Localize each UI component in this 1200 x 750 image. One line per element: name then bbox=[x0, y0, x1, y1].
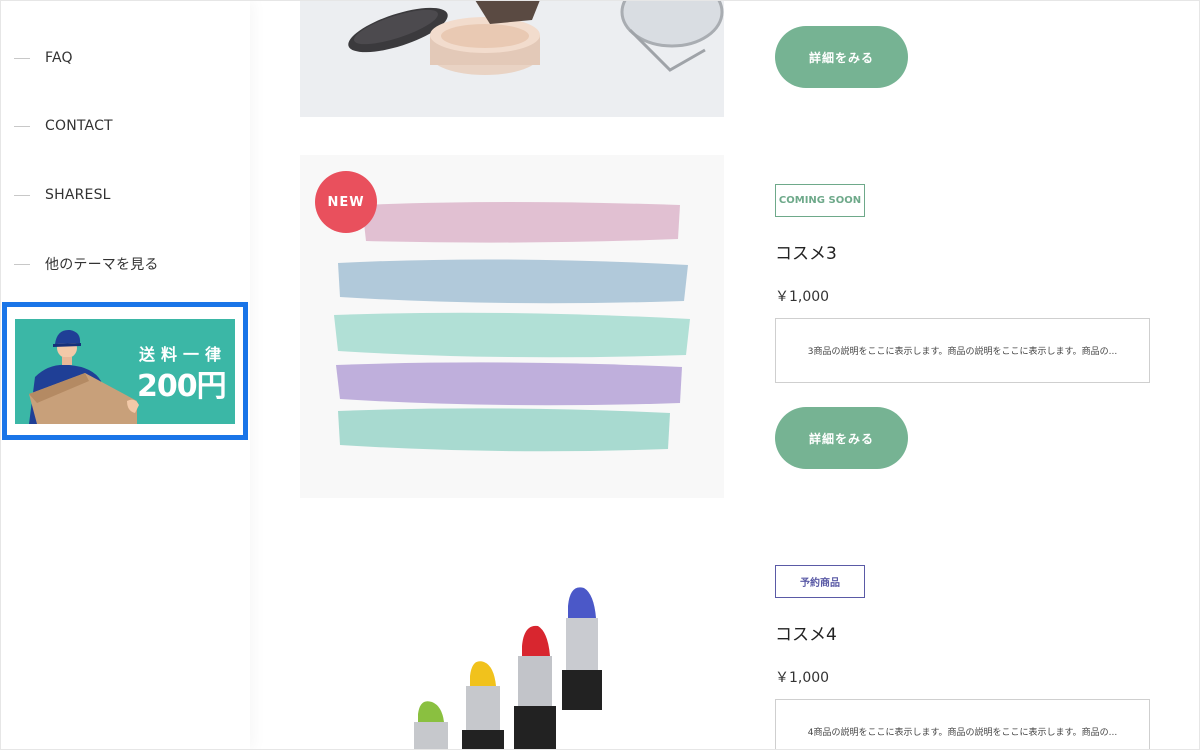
status-tag-preorder: 予約商品 bbox=[775, 565, 865, 598]
product-image-cosme3[interactable]: NEW bbox=[300, 155, 724, 498]
nav-dash bbox=[14, 57, 30, 59]
product-name[interactable]: コスメ3 bbox=[775, 239, 837, 264]
sidebar-item-label: CONTACT bbox=[45, 118, 113, 134]
sidebar-item-label: FAQ bbox=[45, 50, 73, 66]
detail-button[interactable]: 詳細をみる bbox=[775, 407, 908, 469]
banner-shipping-price: 200円 bbox=[137, 369, 227, 404]
divider bbox=[775, 0, 1150, 1]
sidebar-item-label: 他のテーマを見る bbox=[45, 257, 159, 273]
nav-dash bbox=[14, 263, 30, 265]
nav-dash bbox=[14, 194, 30, 196]
sidebar-item-other-themes[interactable]: 他のテーマを見る bbox=[14, 252, 159, 276]
product-image-cosme4[interactable] bbox=[300, 536, 724, 750]
sidebar-item-faq[interactable]: FAQ bbox=[14, 46, 73, 70]
sidebar: FAQ CONTACT SHARESL 他のテーマを見る 送料一律 200円 bbox=[0, 0, 250, 750]
product-name[interactable]: コスメ4 bbox=[775, 620, 837, 645]
sidebar-item-sharesl[interactable]: SHARESL bbox=[14, 183, 111, 207]
product-description: 3商品の説明をここに表示します。商品の説明をここに表示します。商品の... bbox=[775, 318, 1150, 383]
nav-dash bbox=[14, 125, 30, 127]
product-description: 4商品の説明をここに表示します。商品の説明をここに表示します。商品の... bbox=[775, 699, 1150, 750]
lipsticks-photo bbox=[300, 536, 724, 750]
shipping-banner: 送料一律 200円 bbox=[15, 319, 235, 424]
new-badge: NEW bbox=[315, 171, 377, 233]
sidebar-item-label: SHARESL bbox=[45, 187, 111, 203]
shipping-banner-link[interactable]: 送料一律 200円 bbox=[2, 302, 248, 440]
sidebar-item-contact[interactable]: CONTACT bbox=[14, 114, 113, 138]
product-price: ￥1,000 bbox=[775, 289, 830, 305]
powder-compact-photo bbox=[300, 0, 724, 117]
detail-button[interactable]: 詳細をみる bbox=[775, 26, 908, 88]
status-tag-coming-soon: COMING SOON bbox=[775, 184, 865, 217]
product-image-cosmetics-powder[interactable] bbox=[300, 0, 724, 117]
product-price: ￥1,000 bbox=[775, 670, 830, 686]
